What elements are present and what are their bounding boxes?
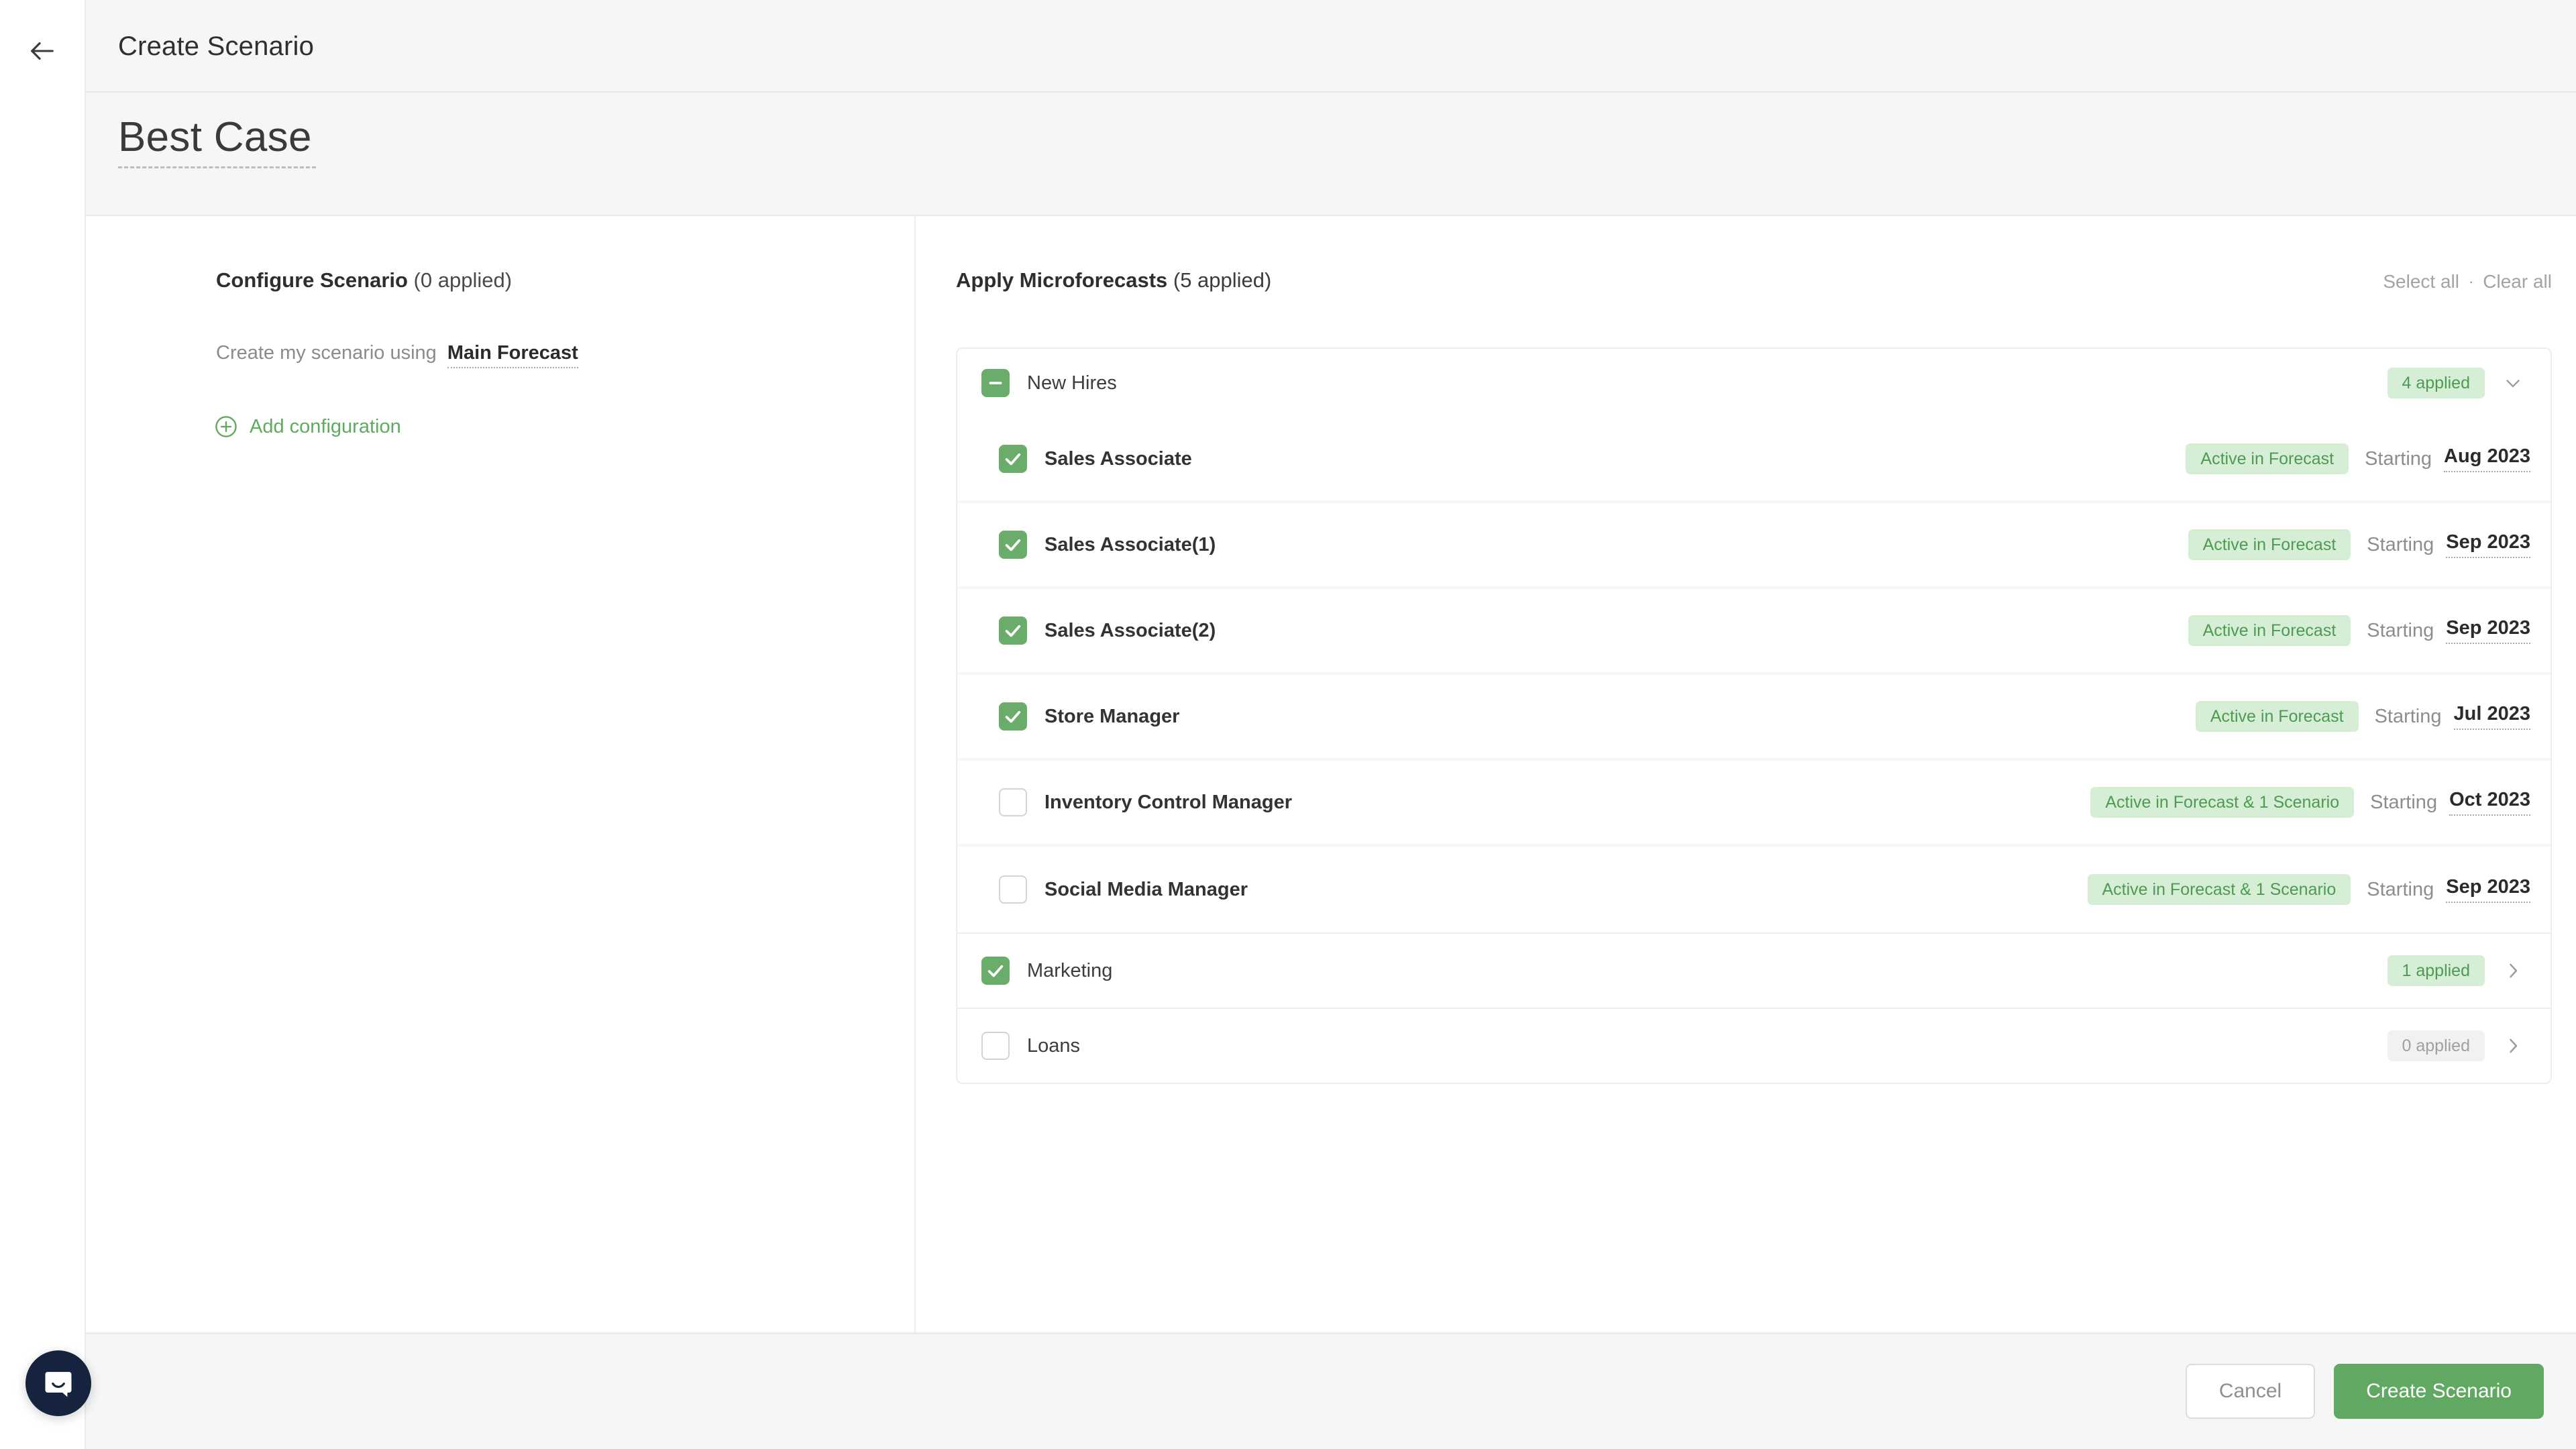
- item-label: Social Media Manager: [1044, 878, 1248, 900]
- cancel-button[interactable]: Cancel: [2185, 1364, 2316, 1419]
- microforecast-group-header[interactable]: Marketing 1 applied: [957, 932, 2551, 1008]
- check-icon: [1004, 707, 1022, 726]
- item-status-badge: Active in Forecast: [2186, 443, 2349, 474]
- item-starting-label: Starting: [2367, 533, 2434, 555]
- group-checkbox[interactable]: [981, 369, 1010, 397]
- actions-separator: ·: [2468, 273, 2474, 290]
- item-status-badge: Active in Forecast: [2195, 701, 2359, 732]
- item-label: Store Manager: [1044, 705, 1180, 727]
- item-checkbox[interactable]: [999, 875, 1027, 904]
- item-start-date[interactable]: Jul 2023: [2453, 703, 2530, 730]
- item-checkbox[interactable]: [999, 531, 1027, 559]
- item-checkbox[interactable]: [999, 788, 1027, 816]
- item-start-date[interactable]: Aug 2023: [2444, 445, 2530, 472]
- footer-actions: Cancel Create Scenario: [2185, 1364, 2544, 1419]
- item-status-badge: Active in Forecast: [2188, 529, 2351, 560]
- body-split: Configure Scenario (0 applied) Create my…: [86, 215, 2576, 1333]
- forecast-source-label: Create my scenario using: [216, 342, 437, 364]
- apply-microforecasts-applied-count: (5 applied): [1167, 268, 1272, 292]
- group-checkbox[interactable]: [981, 1032, 1010, 1060]
- item-status-badge: Active in Forecast & 1 Scenario: [2087, 874, 2351, 905]
- apply-microforecasts-panel: Apply Microforecasts (5 applied) Select …: [917, 216, 2576, 1333]
- group-applied-badge: 1 applied: [2387, 955, 2485, 986]
- item-start-date[interactable]: Sep 2023: [2446, 531, 2530, 558]
- item-status-badge: Active in Forecast & 1 Scenario: [2090, 787, 2355, 818]
- scenario-name-field-wrap: Best Case: [118, 113, 316, 168]
- item-start-date[interactable]: Sep 2023: [2446, 617, 2530, 644]
- apply-microforecasts-heading: Apply Microforecasts (5 applied): [956, 268, 1271, 292]
- content-column: Create Scenario Best Case Configure Scen…: [86, 0, 2576, 1449]
- apply-microforecasts-heading-text: Apply Microforecasts: [956, 268, 1168, 292]
- group-checkbox[interactable]: [981, 957, 1010, 985]
- support-chat-button[interactable]: [25, 1350, 91, 1416]
- group-label: Marketing: [1027, 959, 1113, 981]
- microforecast-group-header[interactable]: New Hires 4 applied: [957, 349, 2551, 417]
- item-label: Sales Associate(2): [1044, 619, 1216, 641]
- microforecast-group-header[interactable]: Loans 0 applied: [957, 1008, 2551, 1083]
- chevron-right-icon[interactable]: [2496, 1028, 2530, 1063]
- configure-scenario-panel: Configure Scenario (0 applied) Create my…: [86, 216, 916, 1333]
- microforecast-item-row[interactable]: Social Media Manager Active in Forecast &…: [957, 847, 2551, 932]
- item-label: Sales Associate(1): [1044, 533, 1216, 555]
- item-starting-label: Starting: [2367, 878, 2434, 900]
- item-label: Inventory Control Manager: [1044, 791, 1292, 813]
- footer-bar: Cancel Create Scenario: [86, 1333, 2576, 1449]
- check-icon: [1004, 449, 1022, 468]
- microforecast-group-list: New Hires 4 applied Sales Associate Active …: [956, 347, 2552, 1084]
- item-starting-label: Starting: [2370, 791, 2438, 813]
- check-icon: [1004, 535, 1022, 554]
- create-scenario-button[interactable]: Create Scenario: [2334, 1364, 2544, 1419]
- create-scenario-page: Create Scenario Best Case Configure Scen…: [0, 0, 2576, 1449]
- configure-scenario-applied-count: (0 applied): [407, 268, 513, 292]
- microforecast-item-row[interactable]: Sales Associate(2) Active in Forecast Star…: [957, 589, 2551, 675]
- add-configuration-label: Add configuration: [250, 415, 401, 437]
- clear-all-link[interactable]: Clear all: [2483, 271, 2552, 292]
- add-configuration-button[interactable]: Add configuration: [213, 414, 401, 439]
- item-checkbox[interactable]: [999, 445, 1027, 473]
- microforecast-item-row[interactable]: Sales Associate Active in Forecast Startin…: [957, 417, 2551, 503]
- item-start-date[interactable]: Oct 2023: [2449, 789, 2530, 816]
- item-start-date[interactable]: Sep 2023: [2446, 876, 2530, 903]
- select-all-link[interactable]: Select all: [2383, 271, 2459, 292]
- page-title: Create Scenario: [118, 32, 315, 61]
- item-starting-label: Starting: [2365, 447, 2432, 470]
- left-rail: [0, 0, 86, 1449]
- minus-icon: [986, 374, 1005, 392]
- page-header: Create Scenario: [86, 0, 2576, 93]
- group-applied-badge: 0 applied: [2387, 1030, 2485, 1061]
- item-label: Sales Associate: [1044, 447, 1192, 470]
- microforecast-item-list: Sales Associate Active in Forecast Startin…: [957, 417, 2551, 932]
- plus-circle-icon: [213, 414, 239, 439]
- group-label: Loans: [1027, 1034, 1081, 1057]
- scenario-name-input[interactable]: Best Case: [118, 113, 316, 168]
- forecast-source-row: Create my scenario using Main Forecast: [216, 342, 578, 368]
- group-label: New Hires: [1027, 372, 1117, 394]
- microforecast-item-row[interactable]: Store Manager Active in Forecast Starting J…: [957, 675, 2551, 761]
- configure-scenario-heading-text: Configure Scenario: [216, 268, 408, 292]
- microforecast-item-row[interactable]: Sales Associate(1) Active in Forecast Star…: [957, 503, 2551, 589]
- forecast-source-value[interactable]: Main Forecast: [447, 342, 578, 368]
- back-button[interactable]: [21, 30, 63, 72]
- item-starting-label: Starting: [2367, 619, 2434, 641]
- item-checkbox[interactable]: [999, 702, 1027, 731]
- chevron-right-icon[interactable]: [2496, 953, 2530, 988]
- item-checkbox[interactable]: [999, 616, 1027, 645]
- arrow-left-icon: [27, 36, 58, 66]
- bulk-selection-actions: Select all · Clear all: [2383, 271, 2552, 292]
- configure-scenario-heading: Configure Scenario (0 applied): [216, 268, 512, 292]
- microforecast-item-row[interactable]: Inventory Control Manager Active in Forec…: [957, 761, 2551, 847]
- check-icon: [1004, 621, 1022, 640]
- item-starting-label: Starting: [2374, 705, 2442, 727]
- intercom-chat-icon: [41, 1366, 76, 1401]
- check-icon: [986, 961, 1005, 980]
- item-status-badge: Active in Forecast: [2188, 615, 2351, 646]
- group-applied-badge: 4 applied: [2387, 368, 2485, 398]
- chevron-down-icon[interactable]: [2496, 366, 2530, 400]
